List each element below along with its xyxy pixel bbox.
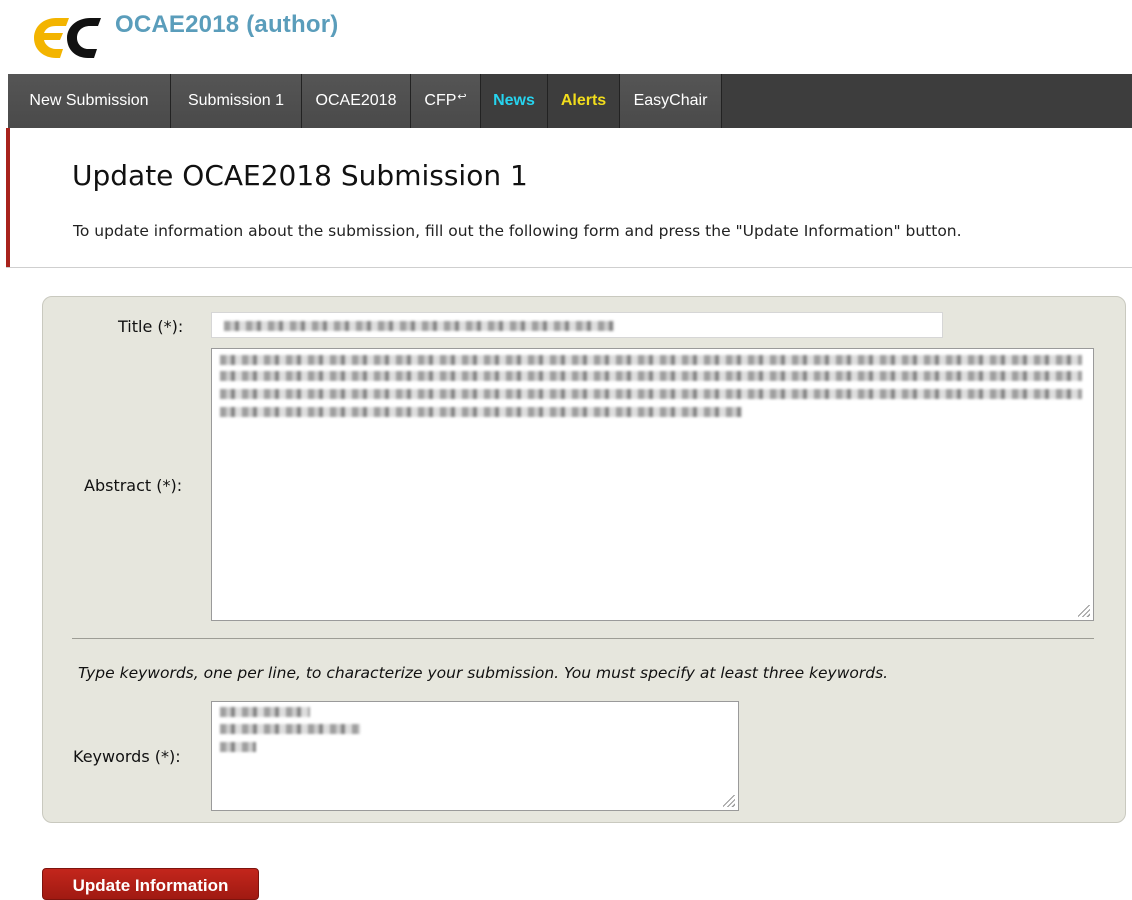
nav-news[interactable]: News <box>481 74 548 128</box>
app-title[interactable]: OCAE2018 (author) <box>115 11 338 39</box>
nav-alerts[interactable]: Alerts <box>548 74 620 128</box>
return-arrow-icon: ↩ <box>457 90 467 103</box>
nav-cfp[interactable]: CFP ↩ <box>411 74 481 128</box>
nav-label: New Submission <box>29 92 149 109</box>
redacted-text <box>220 707 310 717</box>
header-divider <box>6 267 1132 268</box>
page-accent-bar <box>6 128 10 268</box>
form-section-divider <box>72 638 1094 639</box>
app-header: OCAE2018 (author) <box>0 0 1132 74</box>
nav-submission-1[interactable]: Submission 1 <box>171 74 302 128</box>
redacted-text <box>224 321 614 331</box>
nav-new-submission[interactable]: New Submission <box>8 74 171 128</box>
redacted-text <box>220 355 1082 365</box>
keywords-hint: Type keywords, one per line, to characte… <box>78 664 889 682</box>
title-input[interactable] <box>211 312 943 338</box>
page-instructions: To update information about the submissi… <box>73 222 962 240</box>
top-nav: New Submission Submission 1 OCAE2018 CFP… <box>8 74 1132 128</box>
nav-label: OCAE2018 <box>315 92 397 109</box>
update-information-button[interactable]: Update Information <box>42 868 259 900</box>
nav-easychair[interactable]: EasyChair <box>620 74 722 128</box>
nav-label: Alerts <box>560 92 607 109</box>
page-title: Update OCAE2018 Submission 1 <box>72 159 528 192</box>
redacted-text <box>220 389 1082 399</box>
redacted-text <box>220 742 256 752</box>
nav-label: Submission 1 <box>187 92 285 109</box>
nav-label: CFP <box>424 92 457 109</box>
redacted-text <box>220 371 1082 381</box>
redacted-text <box>220 724 360 734</box>
easychair-logo-icon[interactable] <box>30 12 102 60</box>
abstract-textarea[interactable] <box>211 348 1094 621</box>
keywords-textarea[interactable] <box>211 701 739 811</box>
nav-ocae2018[interactable]: OCAE2018 <box>302 74 411 128</box>
keywords-label: Keywords (*): <box>73 747 181 766</box>
nav-label: EasyChair <box>633 92 708 109</box>
title-label: Title (*): <box>118 317 184 336</box>
resize-grip-icon[interactable] <box>1078 605 1090 617</box>
nav-label: News <box>493 92 535 109</box>
abstract-label: Abstract (*): <box>84 476 183 495</box>
resize-grip-icon[interactable] <box>723 795 735 807</box>
redacted-text <box>220 407 742 417</box>
